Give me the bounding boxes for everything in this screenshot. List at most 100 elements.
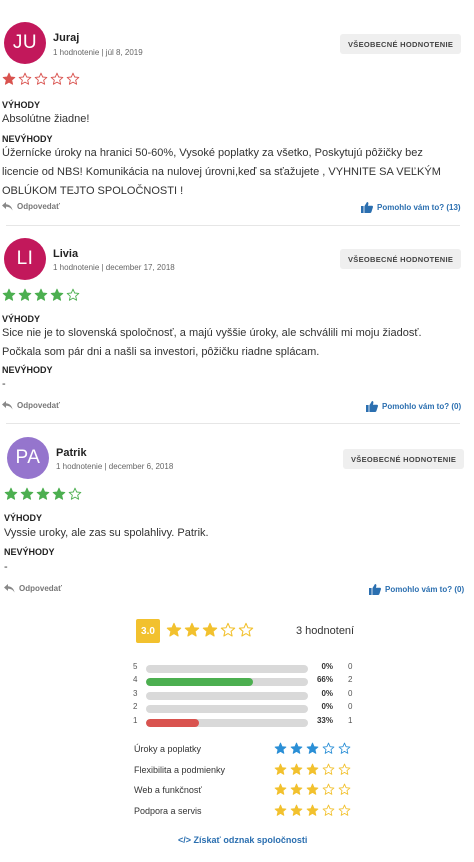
- distribution-row: 5 0% 0: [133, 662, 363, 674]
- pros-label: VÝHODY: [2, 100, 41, 110]
- category-stars: [274, 804, 351, 817]
- category-row: Flexibilita a podmienky: [134, 763, 354, 779]
- reply-label: Odpovedať: [19, 584, 62, 593]
- category-stars: [274, 763, 351, 776]
- distribution-percent: 33%: [316, 715, 333, 725]
- category-label: Podpora a servis: [134, 805, 202, 816]
- rating-type-badge: VŠEOBECNÉ HODNOTENIE: [343, 449, 465, 469]
- star-filled-icon: [290, 742, 303, 754]
- star-filled-icon: [306, 783, 319, 795]
- get-badge-link[interactable]: </> Získať odznak spoločnosti: [178, 835, 307, 845]
- category-row: Úroky a poplatky: [134, 742, 354, 758]
- avatar: PA: [7, 437, 49, 479]
- reply-button[interactable]: Odpovedať: [2, 401, 60, 410]
- distribution-row: 1 33% 1: [133, 716, 363, 728]
- category-row: Podpora a servis: [134, 804, 354, 820]
- star-empty-icon: [338, 763, 351, 775]
- star-empty-icon: [50, 72, 64, 85]
- reviewer-name[interactable]: Juraj: [53, 32, 79, 44]
- pros-label: VÝHODY: [4, 513, 43, 523]
- star-filled-icon: [52, 487, 66, 500]
- cons-text: -: [2, 378, 6, 390]
- helpful-button[interactable]: Pomohlo vám to? (13): [361, 202, 461, 213]
- distribution-percent: 66%: [316, 675, 333, 685]
- review-divider: [6, 225, 460, 226]
- thumbs-up-icon: [361, 202, 373, 213]
- pros-text: Sice nie je to slovenská spoločnosť, a m…: [2, 327, 422, 358]
- star-filled-icon: [166, 622, 182, 637]
- reply-button[interactable]: Odpovedať: [4, 584, 62, 593]
- star-filled-icon: [290, 763, 303, 775]
- star-filled-icon: [34, 288, 48, 301]
- category-label: Úroky a poplatky: [134, 744, 202, 754]
- star-filled-icon: [2, 72, 16, 85]
- distribution-bar-fill: [146, 678, 253, 687]
- distribution-count: 1: [348, 715, 353, 725]
- star-empty-icon: [322, 804, 335, 816]
- star-empty-icon: [322, 742, 335, 754]
- distribution-star-label: 3: [133, 688, 138, 698]
- distribution-percent: 0%: [321, 662, 333, 671]
- star-filled-icon: [36, 487, 50, 500]
- category-row: Web a funkčnosť: [134, 783, 354, 799]
- reply-button[interactable]: Odpovedať: [2, 202, 60, 211]
- category-label: Flexibilita a podmienky: [134, 764, 226, 775]
- category-stars: [274, 783, 351, 796]
- star-empty-icon: [18, 72, 32, 85]
- reply-icon: [2, 401, 13, 410]
- star-filled-icon: [274, 804, 287, 816]
- star-filled-icon: [274, 783, 287, 795]
- average-score-badge: 3.0: [136, 619, 160, 643]
- distribution-star-label: 5: [133, 662, 138, 671]
- review-stars: [4, 487, 82, 501]
- distribution-count: 2: [348, 675, 353, 685]
- reply-label: Odpovedať: [17, 401, 60, 410]
- star-filled-icon: [4, 487, 18, 500]
- pros-text: Absolútne žiadne!: [2, 113, 90, 125]
- distribution-count: 0: [348, 688, 353, 698]
- category-stars: [274, 742, 351, 755]
- rating-count: 3 hodnotení: [296, 625, 355, 637]
- distribution-bar-track: [146, 705, 308, 714]
- avatar: LI: [4, 238, 46, 280]
- review-meta: 1 hodnotenie | december 17, 2018: [53, 263, 175, 272]
- distribution-row: 2 0% 0: [133, 702, 363, 714]
- star-empty-icon: [338, 804, 351, 816]
- helpful-label: Pomohlo vám to? (0): [382, 402, 462, 411]
- helpful-button[interactable]: Pomohlo vám to? (0): [366, 401, 461, 412]
- star-filled-icon: [274, 742, 287, 754]
- distribution-star-label: 4: [133, 675, 138, 685]
- distribution-star-label: 1: [133, 715, 138, 725]
- star-filled-icon: [50, 288, 64, 301]
- cons-text: -: [4, 561, 8, 573]
- rating-type-badge: VŠEOBECNÉ HODNOTENIE: [340, 34, 462, 54]
- distribution-row: 3 0% 0: [133, 689, 363, 701]
- star-filled-icon: [290, 783, 303, 795]
- star-filled-icon: [20, 487, 34, 500]
- pros-text: Vyssie uroky, ale zas su spolahlivy. Pat…: [4, 527, 209, 539]
- star-empty-icon: [34, 72, 48, 85]
- rating-type-badge: VŠEOBECNÉ HODNOTENIE: [340, 249, 462, 269]
- star-empty-icon: [66, 72, 80, 85]
- star-filled-icon: [306, 763, 319, 775]
- star-filled-icon: [290, 804, 303, 816]
- star-filled-icon: [274, 763, 287, 775]
- reply-icon: [2, 202, 13, 211]
- average-stars: [166, 622, 254, 638]
- distribution-bar-track: [146, 691, 308, 700]
- reviewer-name[interactable]: Patrik: [56, 447, 87, 459]
- helpful-button[interactable]: Pomohlo vám to? (0): [369, 584, 464, 595]
- star-filled-icon: [202, 622, 218, 637]
- distribution-bar-track: [146, 678, 308, 687]
- reviewer-name[interactable]: Livia: [53, 248, 78, 260]
- star-empty-icon: [66, 288, 80, 301]
- star-filled-icon: [306, 742, 319, 754]
- distribution-count: 0: [348, 662, 353, 671]
- distribution-star-label: 2: [133, 702, 138, 712]
- distribution-percent: 0%: [321, 702, 333, 712]
- cons-text: Úžernícke úroky na hranici 50-60%, Vysok…: [2, 147, 441, 197]
- star-empty-icon: [338, 742, 351, 754]
- reply-label: Odpovedať: [17, 202, 60, 211]
- star-empty-icon: [68, 487, 82, 500]
- star-empty-icon: [322, 763, 335, 775]
